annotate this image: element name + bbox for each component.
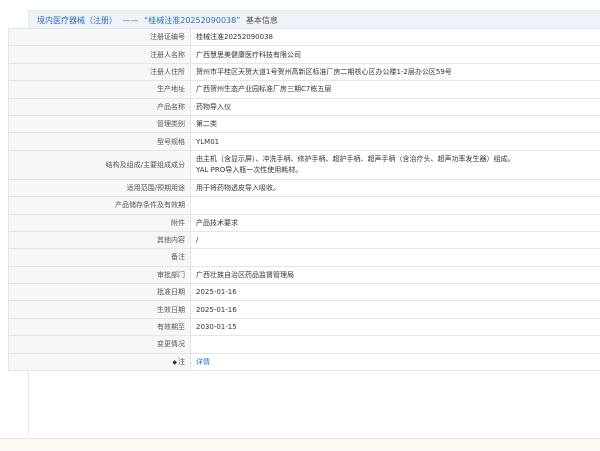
header-suffix: 基本信息 [246,16,278,25]
row-label: 备注 [9,249,191,266]
row-label: 注册人住所 [9,63,191,80]
table-row: 生效日期 2025-01-16 [9,301,600,318]
table-row: 注册人名称 广西慧思美健康医疗科技有限公司 [9,46,600,63]
row-value: 由主机（含显示屏）、冲洗手柄、修护手柄、超护手柄、超声手柄（含治疗头、超声功率发… [191,150,600,179]
table-row: 批准日期 2025-01-16 [9,284,600,301]
row-label: 产品名称 [9,98,191,115]
table-row: 注册证编号 桂械注准20252090038 [9,29,600,46]
row-label-note: ◆注 [9,353,191,370]
row-value [191,197,600,214]
table-row: 审批部门 广西壮族自治区药品监督管理局 [9,266,600,283]
row-label: 管理类别 [9,115,191,132]
table-row: 有效期至 2030-01-15 [9,318,600,335]
row-value: YLM01 [191,133,600,150]
row-label: 附件 [9,214,191,231]
detail-table: 注册证编号 桂械注准20252090038 注册人名称 广西慧思美健康医疗科技有… [8,28,600,371]
table-row: 注册人住所 贺州市平桂区天贺大道1号贺州高新区标准厂房二期核心区办公楼1-2层办… [9,63,600,80]
row-value: 2025-01-16 [191,284,600,301]
table-row: 生产地址 广西贺州生态产业园标准厂房三期C7栋五层 [9,81,600,98]
row-value: 2030-01-15 [191,318,600,335]
row-label: 批准日期 [9,284,191,301]
row-value [191,249,600,266]
row-label: 注册人名称 [9,46,191,63]
table-row: 结构及组成/主要组成成分 由主机（含显示屏）、冲洗手柄、修护手柄、超护手柄、超声… [9,150,600,179]
header-category: 境内医疗器械（注册） [37,16,117,25]
row-value: 2025-01-16 [191,301,600,318]
table-row: 产品名称 药物导入仪 [9,98,600,115]
row-label: 适用范围/预期用途 [9,179,191,196]
row-value: 产品技术要求 [191,214,600,231]
row-label: 产品储存条件及有效期 [9,197,191,214]
row-value: / [191,231,600,248]
row-label: 注册证编号 [9,29,191,46]
table-row: 备注 [9,249,600,266]
details-link[interactable]: 详情 [196,358,210,366]
row-value: 广西贺州生态产业园标准厂房三期C7栋五层 [191,81,600,98]
table-row: ◆注 详情 [9,353,600,370]
row-label: 型号规格 [9,133,191,150]
row-label: 生效日期 [9,301,191,318]
header-reg-no: “桂械注准20252090038” [144,16,240,25]
table-row: 型号规格 YLM01 [9,133,600,150]
row-value: 广西慧思美健康医疗科技有限公司 [191,46,600,63]
header-dash: —— [123,16,139,25]
row-label: 审批部门 [9,266,191,283]
table-row: 其他内容 / [9,231,600,248]
row-label: 其他内容 [9,231,191,248]
row-label: 变更情况 [9,336,191,353]
row-label: 有效期至 [9,318,191,335]
table-row: 管理类别 第二类 [9,115,600,132]
row-value: 桂械注准20252090038 [191,29,600,46]
row-value: 贺州市平桂区天贺大道1号贺州高新区标准厂房二期核心区办公楼1-2层办公区59号 [191,63,600,80]
row-label: 注 [178,358,185,366]
row-label: 结构及组成/主要组成成分 [9,150,191,179]
table-row: 产品储存条件及有效期 [9,197,600,214]
row-value: 用于将药物透皮导入吸收。 [191,179,600,196]
row-value: 广西壮族自治区药品监督管理局 [191,266,600,283]
row-value: 第二类 [191,115,600,132]
page-footer-divider [0,438,600,451]
row-label: 生产地址 [9,81,191,98]
row-value: 药物导入仪 [191,98,600,115]
table-row: 适用范围/预期用途 用于将药物透皮导入吸收。 [9,179,600,196]
diamond-icon: ◆ [172,359,177,366]
table-row: 附件 产品技术要求 [9,214,600,231]
table-row: 变更情况 [9,336,600,353]
row-value: 详情 [191,353,600,370]
row-value [191,336,600,353]
